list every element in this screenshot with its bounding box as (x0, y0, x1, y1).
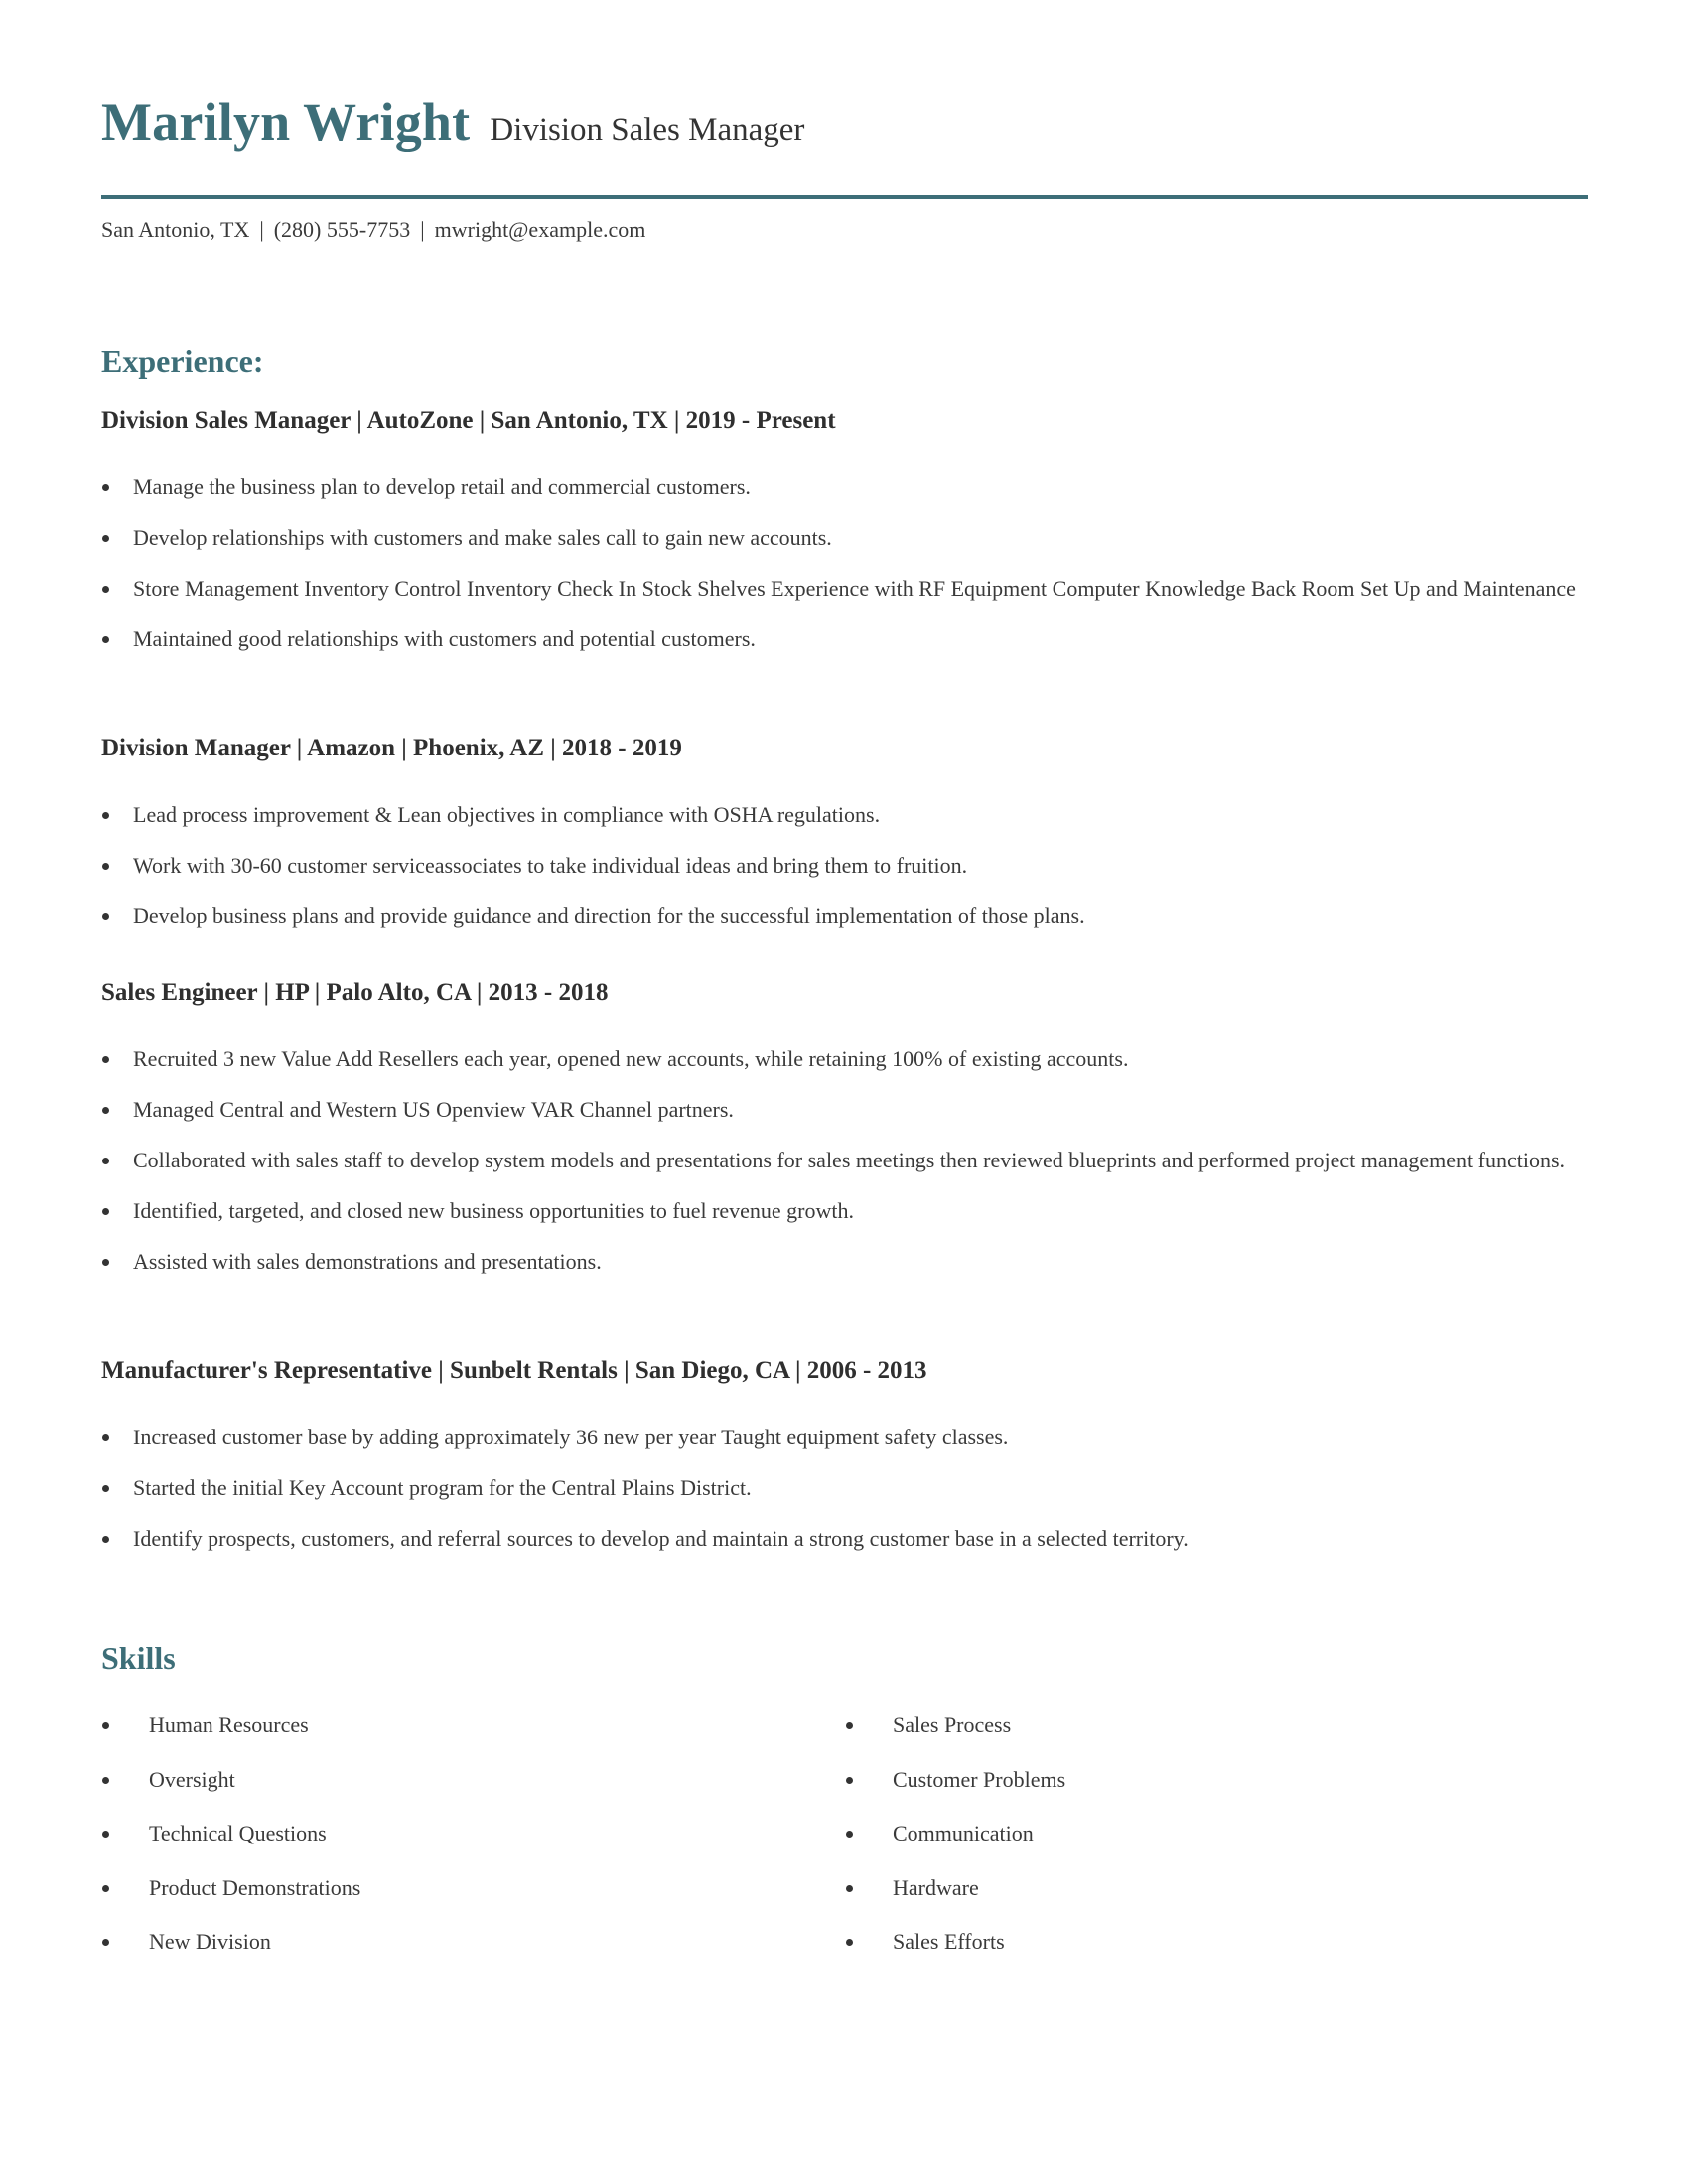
contact-separator: | (259, 217, 264, 242)
job-bullets: Lead process improvement & Lean objectiv… (101, 798, 1588, 950)
skills-heading: Skills (101, 1640, 176, 1676)
job-bullet: Started the initial Key Account program … (101, 1471, 1588, 1505)
skills-column-left: Human Resources Oversight Technical Ques… (101, 1708, 360, 1979)
contact-email: mwright@example.com (434, 217, 646, 242)
job-heading: Manufacturer's Representative | Sunbelt … (101, 1357, 927, 1384)
job-bullet: Manage the business plan to develop reta… (101, 471, 1588, 504)
skill-item: Technical Questions (101, 1817, 360, 1850)
resume-header: Marilyn Wright Division Sales Manager (101, 91, 804, 153)
experience-heading: Experience: (101, 343, 264, 379)
job-heading: Sales Engineer | HP | Palo Alto, CA | 20… (101, 979, 609, 1006)
skill-item: New Division (101, 1925, 360, 1959)
skill-item: Human Resources (101, 1708, 360, 1742)
job-bullet: Recruited 3 new Value Add Resellers each… (101, 1042, 1588, 1076)
job-bullets: Manage the business plan to develop reta… (101, 471, 1588, 673)
job-bullets: Recruited 3 new Value Add Resellers each… (101, 1042, 1588, 1296)
job-heading: Division Sales Manager | AutoZone | San … (101, 407, 836, 434)
skill-item: Hardware (845, 1871, 1065, 1905)
job-heading: Division Manager | Amazon | Phoenix, AZ … (101, 735, 682, 761)
job-bullet: Develop relationships with customers and… (101, 521, 1588, 555)
skill-item: Customer Problems (845, 1763, 1065, 1797)
skill-item: Oversight (101, 1763, 360, 1797)
candidate-name: Marilyn Wright (101, 92, 471, 152)
job-bullet: Managed Central and Western US Openview … (101, 1093, 1588, 1127)
job-bullet: Identify prospects, customers, and refer… (101, 1522, 1588, 1556)
skills-column-right: Sales Process Customer Problems Communic… (845, 1708, 1065, 1979)
job-bullet: Collaborated with sales staff to develop… (101, 1144, 1588, 1177)
job-bullet: Lead process improvement & Lean objectiv… (101, 798, 1588, 832)
header-divider (101, 195, 1588, 199)
candidate-title: Division Sales Manager (490, 112, 805, 148)
job-bullet: Increased customer base by adding approx… (101, 1421, 1588, 1454)
contact-info: San Antonio, TX | (280) 555-7753 | mwright@e… (101, 217, 645, 243)
job-bullet: Work with 30-60 customer serviceassociat… (101, 849, 1588, 883)
skill-item: Product Demonstrations (101, 1871, 360, 1905)
contact-phone: (280) 555-7753 (273, 217, 411, 242)
skill-item: Communication (845, 1817, 1065, 1850)
skill-item: Sales Efforts (845, 1925, 1065, 1959)
job-bullet: Develop business plans and provide guida… (101, 899, 1588, 933)
job-bullet: Identified, targeted, and closed new bus… (101, 1194, 1588, 1228)
job-bullet: Maintained good relationships with custo… (101, 622, 1588, 656)
skill-item: Sales Process (845, 1708, 1065, 1742)
job-bullet: Store Management Inventory Control Inven… (101, 572, 1588, 606)
contact-location: San Antonio, TX (101, 217, 250, 242)
job-bullets: Increased customer base by adding approx… (101, 1421, 1588, 1572)
contact-separator: | (420, 217, 425, 242)
job-bullet: Assisted with sales demonstrations and p… (101, 1245, 1588, 1279)
